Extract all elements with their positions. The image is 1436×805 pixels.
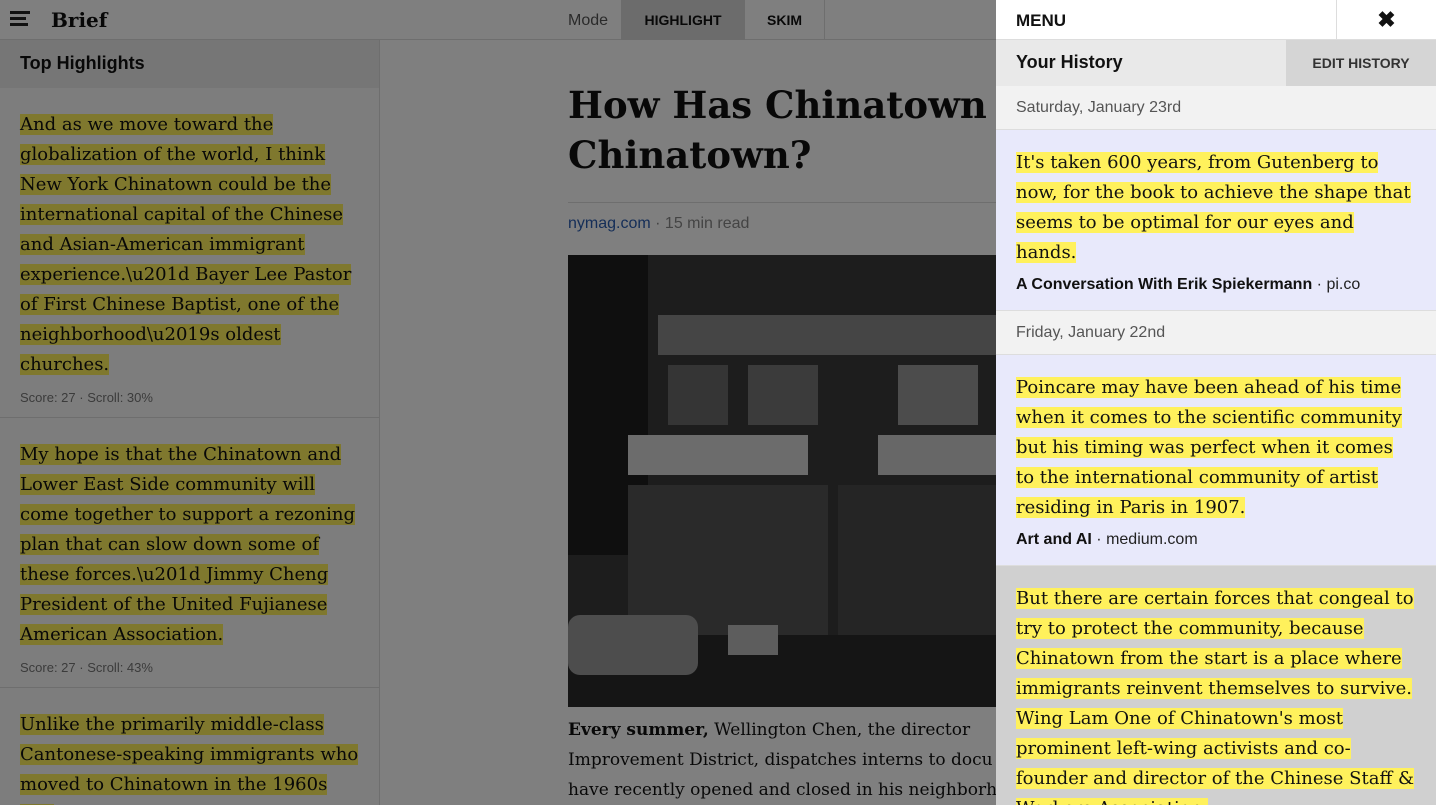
history-entry[interactable]: But there are certain forces that congea… (996, 566, 1436, 805)
history-date: Saturday, January 23rd (996, 86, 1436, 130)
menu-title: MENU (1016, 11, 1067, 30)
history-entry-text: It's taken 600 years, from Gutenberg to … (1016, 152, 1411, 263)
history-entry-text: Poincare may have been ahead of his time… (1016, 377, 1402, 518)
history-entry-source: A Conversation With Erik Spiekermann · p… (1016, 276, 1361, 293)
edit-history-button[interactable]: EDIT HISTORY (1286, 40, 1436, 86)
menu-header: MENU ✖ (996, 0, 1436, 40)
history-entry[interactable]: It's taken 600 years, from Gutenberg to … (996, 130, 1436, 311)
history-entry-text: But there are certain forces that congea… (1016, 588, 1414, 805)
history-entry-source: Art and AI · medium.com (1016, 531, 1198, 548)
history-header: Your History EDIT HISTORY (996, 40, 1436, 86)
history-entry[interactable]: Poincare may have been ahead of his time… (996, 355, 1436, 566)
close-icon[interactable]: ✖ (1336, 0, 1436, 39)
modal-backdrop[interactable] (0, 0, 996, 805)
menu-panel: MENU ✖ Your History EDIT HISTORY Saturda… (996, 0, 1436, 805)
history-title: Your History (1016, 52, 1123, 72)
history-date: Friday, January 22nd (996, 311, 1436, 355)
